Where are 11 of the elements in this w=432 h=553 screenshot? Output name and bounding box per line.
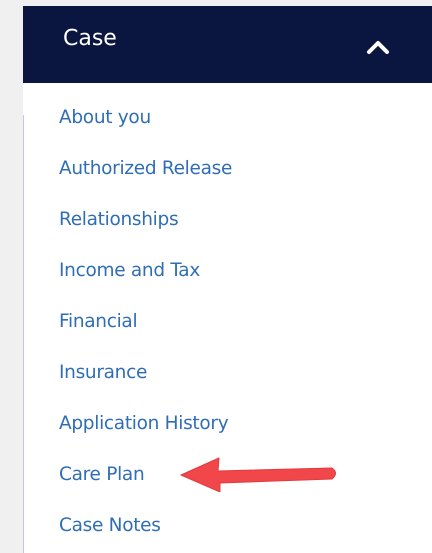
chevron-up-icon xyxy=(366,38,390,54)
section-title: Case xyxy=(63,26,117,51)
nav-link[interactable]: Financial xyxy=(59,309,138,334)
nav-link[interactable]: Relationships xyxy=(59,207,178,232)
nav-link[interactable]: Insurance xyxy=(59,360,148,385)
nav-link[interactable]: Care Plan xyxy=(59,462,144,487)
nav-link[interactable]: Authorized Release xyxy=(59,156,232,181)
nav-link[interactable]: About you xyxy=(59,105,151,130)
nav-link[interactable]: Income and Tax xyxy=(59,258,200,283)
nav-link[interactable]: Case Notes xyxy=(59,513,161,538)
nav-link[interactable]: Application History xyxy=(59,411,228,436)
